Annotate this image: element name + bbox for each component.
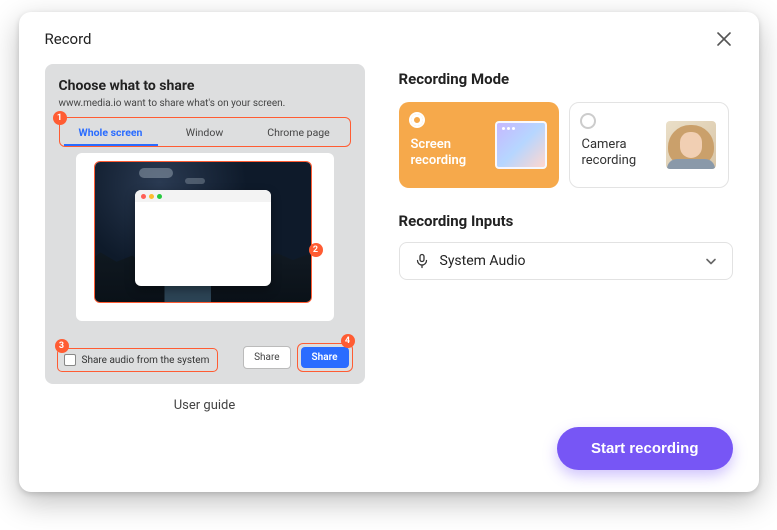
mode-camera-recording[interactable]: Camera recording — [569, 102, 729, 188]
guide-screenshot: Choose what to share www.media.io want t… — [45, 64, 365, 384]
tab-window: Window — [158, 120, 252, 146]
recording-mode-title: Recording Mode — [399, 70, 733, 88]
guide-badge-4: 4 — [341, 334, 355, 348]
recording-inputs-title: Recording Inputs — [399, 212, 733, 230]
guide-highlight-preview — [94, 161, 312, 303]
camera-thumb-icon — [666, 121, 715, 169]
preview-stage: 2 — [76, 153, 334, 321]
settings-panel: Recording Mode Screen recording Camera r… — [399, 64, 733, 413]
chevron-down-icon — [704, 254, 718, 268]
guide-badge-1: 1 — [53, 111, 67, 125]
guide-highlight-tabs: 1 Whole screen Window Chrome page — [59, 117, 351, 147]
share-title: Choose what to share — [59, 78, 351, 94]
user-guide-panel: Choose what to share www.media.io want t… — [45, 64, 365, 413]
audio-input-label: System Audio — [440, 253, 694, 269]
microphone-icon — [414, 253, 430, 269]
screen-thumb-icon — [495, 121, 547, 169]
share-audio-label: Share audio from the system — [82, 355, 210, 366]
start-recording-button[interactable]: Start recording — [557, 427, 733, 470]
guide-highlight-share: 4 Share — [297, 343, 353, 372]
modal-header: Record — [45, 30, 733, 48]
mode-camera-label: Camera recording — [582, 121, 659, 170]
share-tab-row: Whole screen Window Chrome page — [64, 120, 346, 146]
mode-screen-recording[interactable]: Screen recording — [399, 102, 559, 188]
tab-whole-screen: Whole screen — [64, 120, 158, 146]
radio-unselected-icon — [580, 113, 596, 129]
share-audio-checkbox — [64, 354, 76, 366]
mini-window-icon — [135, 190, 271, 286]
share-button-primary: Share — [301, 347, 349, 368]
mode-screen-label: Screen recording — [411, 121, 487, 170]
share-button-secondary: Share — [243, 346, 290, 369]
modal-title: Record — [45, 30, 92, 48]
recording-mode-row: Screen recording Camera recording — [399, 102, 733, 188]
guide-bottom-row: 3 Share audio from the system Share 4 Sh… — [57, 343, 353, 372]
close-icon — [715, 30, 733, 48]
close-button[interactable] — [715, 30, 733, 48]
guide-badge-2: 2 — [309, 243, 323, 257]
audio-input-select[interactable]: System Audio — [399, 242, 733, 280]
radio-selected-icon — [409, 112, 425, 128]
guide-badge-3: 3 — [55, 339, 69, 353]
guide-highlight-audio: 3 Share audio from the system — [57, 348, 219, 372]
share-subtitle: www.media.io want to share what's on you… — [59, 98, 351, 109]
tab-chrome-page: Chrome page — [252, 120, 346, 146]
guide-caption: User guide — [45, 398, 365, 413]
record-modal: Record Choose what to share www.media.io… — [19, 12, 759, 492]
